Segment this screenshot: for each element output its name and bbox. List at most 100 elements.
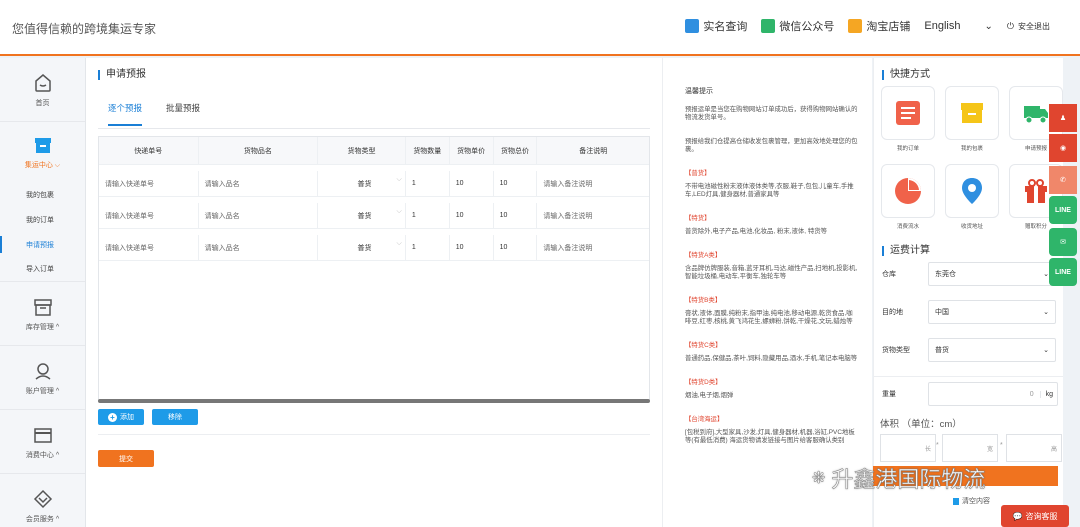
quantity-input[interactable]: 1 [406,171,450,196]
sidebar-item-consumption[interactable]: 消费中心 ^ [0,410,85,474]
divider [98,434,650,435]
sidebar-item-label: 账户管理 ^ [25,387,60,395]
language-select[interactable]: English ⌄ [924,20,992,32]
taobao-icon [848,19,863,33]
line-button-2[interactable]: LINE [1049,258,1077,286]
tracking-number-input[interactable]: 请输入快递单号 [99,235,199,260]
sidebar-item-home[interactable]: 首页 [0,58,85,122]
tab-batch-forecast[interactable]: 批量预报 [166,102,200,126]
sidebar-item-inventory[interactable]: 库存管理 ^ [0,282,85,346]
sidebar: 首页 集运中心 ⌵ 我的包裹 我的订单 申请预报 导入订单 库存管理 ^ 账户管… [0,58,86,527]
destination-select[interactable]: 中国 ⌄ [928,300,1056,324]
length-input[interactable]: 长 [880,434,936,462]
notice-section: 【特货D类】 烟油,电子烟,烟弹 [685,379,858,400]
multiply-sign: * [936,442,939,449]
qq-service-button[interactable]: ♟ [1049,104,1077,132]
diamond-vip-icon [33,489,52,509]
product-name-input[interactable]: 请输入品名 [199,171,319,196]
column-header: 快递单号 [99,137,199,164]
remark-input[interactable]: 请输入备注说明 [537,171,649,196]
quick-consumption-flow[interactable]: 消费流水 [880,164,936,232]
consult-service-button[interactable]: 💬 咨询客服 [1001,505,1069,527]
warehouse-select[interactable]: 东莞仓 ⌄ [928,262,1056,286]
unit-price-input[interactable]: 10 [450,203,494,228]
warehouse-value: 东莞仓 [935,271,956,278]
add-row-label: 添加 [120,414,134,421]
total-price-input[interactable]: 10 [494,171,538,196]
total-price-input[interactable]: 10 [494,203,538,228]
unit-price-input[interactable]: 10 [450,235,494,260]
top-header: 您值得信赖的跨境集运专家 实名查询 微信公众号 淘宝店铺 English ⌄ ⏻… [0,0,1080,56]
weight-row: 重量 0 kg [882,382,1058,406]
quick-my-orders[interactable]: 我的订单 [880,86,936,154]
goods-type-select[interactable]: 普货 [318,235,406,260]
home-icon [34,73,51,92]
quick-links-title: 快捷方式 [882,70,930,80]
sidebar-sub-import-orders[interactable]: 导入订单 [0,257,85,282]
quick-label: 申请预报 [1024,146,1047,152]
notice-section-heading: 【特货C类】 [685,342,722,349]
destination-value: 中国 [935,309,949,316]
wechat-official-link[interactable]: 微信公众号 [761,18,834,34]
notice-section-body: 普通药品,保健品,茶叶,饲料,隐藏用品,酒水,手机,笔记本电脑等 [685,355,858,362]
weibo-button[interactable]: ◉ [1049,134,1077,162]
quantity-input[interactable]: 1 [406,235,450,260]
table-row: 请输入快递单号 请输入品名 普货 1 10 10 请输入备注说明 [99,171,649,197]
notice-section: 【特货C类】 普通药品,保健品,茶叶,饲料,隐藏用品,酒水,手机,笔记本电脑等 [685,342,858,363]
sidebar-item-consolidation[interactable]: 集运中心 ⌵ [0,122,85,182]
width-input[interactable]: 宽 [942,434,998,462]
unit-price-input[interactable]: 10 [450,171,494,196]
location-pin-icon [962,178,982,204]
notice-section: 【台湾海运】 [包税到府],大型家具,沙发,灯具,健身器材,机器,浴缸,PVC地… [685,416,858,445]
quick-label: 我的订单 [896,146,919,152]
weight-input[interactable]: 0 kg [928,382,1058,406]
taobao-shop-link[interactable]: 淘宝店铺 [848,18,910,34]
sidebar-item-member[interactable]: 会员服务 ^ [0,474,85,527]
product-name-input[interactable]: 请输入品名 [199,235,319,260]
sidebar-item-label: 集运中心 ⌵ [24,162,61,169]
sidebar-sub-apply-forecast[interactable]: 申请预报 [0,232,85,257]
submit-button[interactable]: 提交 [98,450,154,467]
notice-section: 【特货】 普货除外,电子产品,电池,化妆品, 粉末,液体, 特货等 [685,215,858,236]
quick-label: 消费流水 [896,224,919,230]
notice-section-heading: 【特货A类】 [685,252,722,259]
goods-type-value: 普货 [935,347,949,354]
table-horizontal-scrollbar[interactable] [98,399,650,403]
sidebar-item-account[interactable]: 账户管理 ^ [0,346,85,410]
remove-row-button[interactable]: 移除 [152,409,198,425]
remark-input[interactable]: 请输入备注说明 [537,203,649,228]
gift-icon [1025,179,1047,203]
tracking-number-input[interactable]: 请输入快递单号 [99,203,199,228]
weight-unit: kg [1039,390,1053,398]
product-name-input[interactable]: 请输入品名 [199,203,319,228]
add-row-button[interactable]: + 添加 [98,409,144,425]
quick-my-packages[interactable]: 我的包裹 [944,86,1000,154]
tracking-number-input[interactable]: 请输入快递单号 [99,171,199,196]
taobao-shop-label: 淘宝店铺 [866,21,911,33]
sidebar-sub-my-orders[interactable]: 我的订单 [0,207,85,232]
total-price-input[interactable]: 10 [494,235,538,260]
quantity-input[interactable]: 1 [406,203,450,228]
wechat-button[interactable]: ✉ [1049,228,1077,256]
page-title: 申请预报 [98,70,146,80]
realname-query-link[interactable]: 实名查询 [685,18,747,34]
goods-type-select[interactable]: 普货 [318,203,406,228]
calc-goods-type-select[interactable]: 普货 ⌄ [928,338,1056,362]
sidebar-item-label: 库存管理 ^ [25,323,60,331]
remark-input[interactable]: 请输入备注说明 [537,235,649,260]
goods-type-select[interactable]: 普货 [318,171,406,196]
id-card-icon [685,19,700,33]
phone-button[interactable]: ✆ [1049,166,1077,194]
notice-section: 【特货A类】 含品牌仿牌服装,音箱,蓝牙耳机,马达,磁性产品,扫地机,投影机,智… [685,252,858,281]
sidebar-sub-my-packages[interactable]: 我的包裹 [0,182,85,207]
quick-shipping-address[interactable]: 收货地址 [944,164,1000,232]
plus-circle-icon: + [108,412,117,422]
table-row: 请输入快递单号 请输入品名 普货 1 10 10 请输入备注说明 [99,203,649,229]
clear-button[interactable]: 清空内容 [953,496,990,506]
logout-button[interactable]: ⏻ 安全退出 [1007,21,1050,32]
height-input[interactable]: 高 [1006,434,1062,462]
line-button[interactable]: LINE [1049,196,1077,224]
quick-label: 赠取积分 [1024,224,1047,230]
warehouse-label: 仓库 [882,271,896,278]
tab-single-forecast[interactable]: 逐个预报 [108,102,143,126]
